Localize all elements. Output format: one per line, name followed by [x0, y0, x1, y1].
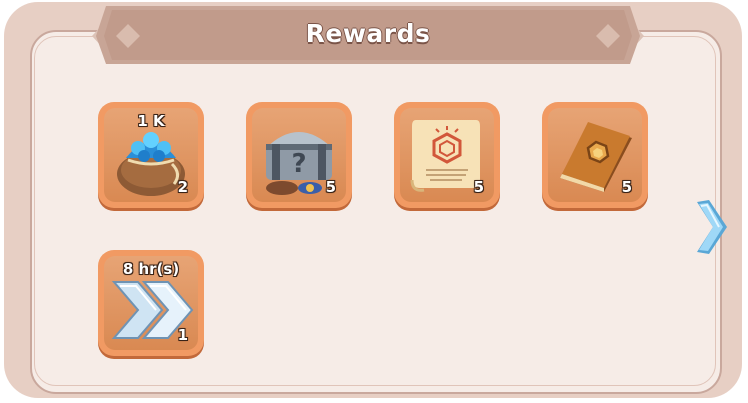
- reward-amount-label: 1 K: [137, 112, 165, 130]
- slot-background: ? 5: [252, 108, 346, 202]
- reward-count: 5: [325, 178, 336, 196]
- title-banner: Rewards: [92, 2, 644, 70]
- reward-slot-mystery-chest[interactable]: ? 5: [246, 102, 352, 208]
- slot-background: 1 K 2: [104, 108, 198, 202]
- reward-count: 5: [621, 178, 632, 196]
- slot-background: 5: [400, 108, 494, 202]
- reward-slot-gem-bag[interactable]: 1 K 2: [98, 102, 204, 208]
- reward-slot-book[interactable]: 5: [542, 102, 648, 208]
- next-page-button[interactable]: [693, 196, 729, 258]
- slot-background: 5: [548, 108, 642, 202]
- page-title: Rewards: [305, 18, 431, 48]
- chevron-right-icon: [697, 200, 727, 254]
- reward-slot-scroll[interactable]: 5: [394, 102, 500, 208]
- reward-count: 1: [177, 326, 188, 344]
- reward-duration-label: 8 hr(s): [122, 260, 180, 278]
- slot-background: 8 hr(s) 1: [104, 256, 198, 350]
- svg-text:?: ?: [291, 149, 306, 179]
- reward-slot-speedup[interactable]: 8 hr(s) 1: [98, 250, 204, 356]
- reward-count: 5: [473, 178, 484, 196]
- reward-count: 2: [177, 178, 188, 196]
